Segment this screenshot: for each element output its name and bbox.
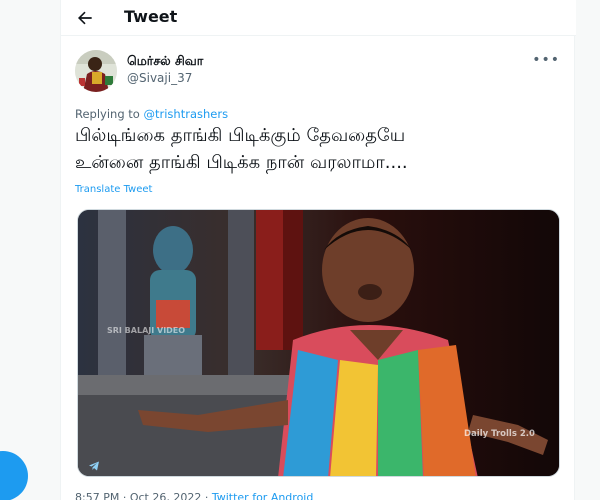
compose-tweet-button[interactable]: [0, 451, 28, 500]
more-options-icon[interactable]: •••: [532, 52, 560, 68]
telegram-icon: [89, 461, 99, 471]
tweet-header: Tweet: [61, 0, 576, 36]
tweet-date[interactable]: Oct 26, 2022: [130, 491, 202, 500]
tweet-source-link[interactable]: Twitter for Android: [212, 491, 314, 500]
tweet-text: பில்டிங்கை தாங்கி பிடிக்கும் தேவதையே உன்…: [75, 122, 565, 176]
replying-to: Replying to @trishtrashers: [75, 107, 228, 121]
meta-separator-1: ·: [119, 491, 130, 500]
media-scene: SRI BALAJI VIDEO Daily Trolls 2.0: [78, 210, 559, 476]
meta-separator-2: ·: [201, 491, 212, 500]
tweet-time[interactable]: 8:57 PM: [75, 491, 119, 500]
author-handle[interactable]: @Sivaji_37: [127, 71, 192, 85]
watermark-bottom: Daily Trolls 2.0: [464, 429, 535, 439]
avatar[interactable]: [75, 50, 117, 92]
watermark-top: SRI BALAJI VIDEO: [107, 326, 185, 335]
tweet-column: Tweet மெர்சல் சிவா @Sivaji_37 ••• Replyi…: [60, 0, 576, 500]
page-title: Tweet: [124, 7, 178, 26]
tweet-media-image[interactable]: SRI BALAJI VIDEO Daily Trolls 2.0: [77, 209, 560, 477]
tweet-metadata: 8:57 PM · Oct 26, 2022 · Twitter for And…: [75, 491, 313, 500]
replying-to-label: Replying to: [75, 107, 144, 121]
author-name[interactable]: மெர்சல் சிவா: [127, 53, 203, 70]
arrow-left-icon[interactable]: [75, 8, 95, 28]
tweet-text-line-1: பில்டிங்கை தாங்கி பிடிக்கும் தேவதையே: [75, 125, 406, 146]
reply-target-link[interactable]: @trishtrashers: [144, 107, 229, 121]
translate-tweet-link[interactable]: Translate Tweet: [75, 184, 152, 195]
tweet-text-line-2: உன்னை தாங்கி பிடிக்க நான் வரலாமா....: [75, 152, 408, 173]
avatar-image: [75, 50, 117, 92]
